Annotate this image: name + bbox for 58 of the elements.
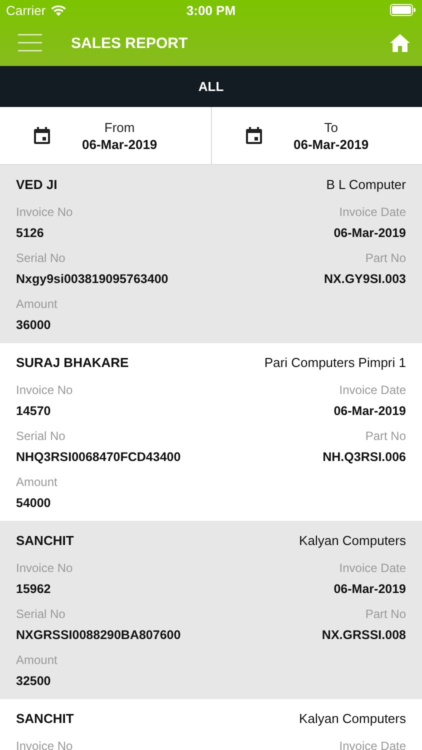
field-label: Part No (365, 428, 406, 445)
customer-name: SANCHIT (16, 710, 74, 726)
customer-name: VED JI (16, 176, 58, 192)
record-card[interactable]: SANCHIT Kalyan Computers Invoice No 15962 Invoice Date 06-Mar-2019 Serial No NXGRSSI0088290BA807600 Part No NX.GRSSI.008 Amount 32500 (0, 521, 422, 699)
customer-name: SANCHIT (16, 532, 74, 548)
field-value: NX.GRSSI.008 (322, 627, 406, 644)
field-label: Invoice No (16, 738, 74, 750)
carrier-label: Carrier (6, 2, 46, 18)
calendar-icon (246, 127, 262, 144)
field-value: 32500 (16, 673, 52, 690)
field-value: Nxgy9si003819095763400 (16, 271, 170, 288)
field-label: Part No (365, 606, 406, 623)
battery-icon (390, 4, 416, 16)
date-value: 06-Mar-2019 (82, 136, 158, 152)
field-label: Serial No (16, 428, 66, 445)
date-picker[interactable]: To 06-Mar-2019 (210, 107, 422, 164)
date-value: 06-Mar-2019 (294, 136, 369, 152)
field-label: Amount (16, 652, 58, 669)
field-label: Invoice Date (339, 560, 406, 577)
field-value: NXGRSSI0088290BA807600 (16, 627, 182, 644)
page-title: SALES REPORT (71, 34, 189, 52)
field-value: 54000 (16, 495, 52, 512)
date-label: To (324, 120, 338, 134)
field-label: Invoice Date (339, 204, 406, 221)
record-card[interactable]: VED JI B L Computer Invoice No 5126 Invoice Date 06-Mar-2019 Serial No Nxgy9si003819095763400 Part No NX.GY9SI.003 Amount 36000 (0, 165, 422, 343)
field-value: 36000 (16, 317, 52, 334)
field-label: Amount (16, 474, 58, 491)
field-value: 15962 (16, 581, 52, 598)
field-label: Serial No (16, 250, 66, 267)
field-label: Invoice No (16, 382, 74, 399)
dealer-name: Pari Computers Pimpri 1 (264, 354, 406, 370)
home-icon[interactable] (390, 33, 410, 53)
customer-name: SURAJ BHAKARE (16, 354, 129, 370)
field-label: Part No (365, 250, 406, 267)
date-picker[interactable]: From 06-Mar-2019 (0, 107, 210, 164)
field-value: NH.Q3RSI.006 (322, 449, 406, 466)
field-label: Amount (16, 296, 58, 313)
field-value: NHQ3RSI0068470FCD43400 (16, 449, 182, 466)
field-value: 14570 (16, 403, 52, 420)
field-value: 06-Mar-2019 (334, 581, 406, 598)
calendar-icon (34, 127, 50, 144)
field-value: 5126 (16, 225, 45, 242)
dealer-name: Kalyan Computers (299, 532, 406, 548)
dealer-name: Kalyan Computers (299, 710, 406, 726)
field-label: Serial No (16, 606, 66, 623)
menu-icon[interactable] (18, 34, 42, 52)
status-time: 3:00 PM (186, 2, 236, 18)
field-value: 06-Mar-2019 (334, 225, 406, 242)
field-value: 06-Mar-2019 (334, 403, 406, 420)
field-label: Invoice No (16, 204, 74, 221)
wifi-icon (50, 4, 66, 16)
dealer-name: B L Computer (326, 176, 406, 192)
field-label: Invoice Date (339, 382, 406, 399)
field-label: Invoice No (16, 560, 74, 577)
field-label: Invoice Date (339, 738, 406, 750)
date-label: From (104, 120, 135, 134)
filter-bar[interactable]: ALL (0, 66, 422, 107)
field-value: NX.GY9SI.003 (324, 271, 406, 288)
